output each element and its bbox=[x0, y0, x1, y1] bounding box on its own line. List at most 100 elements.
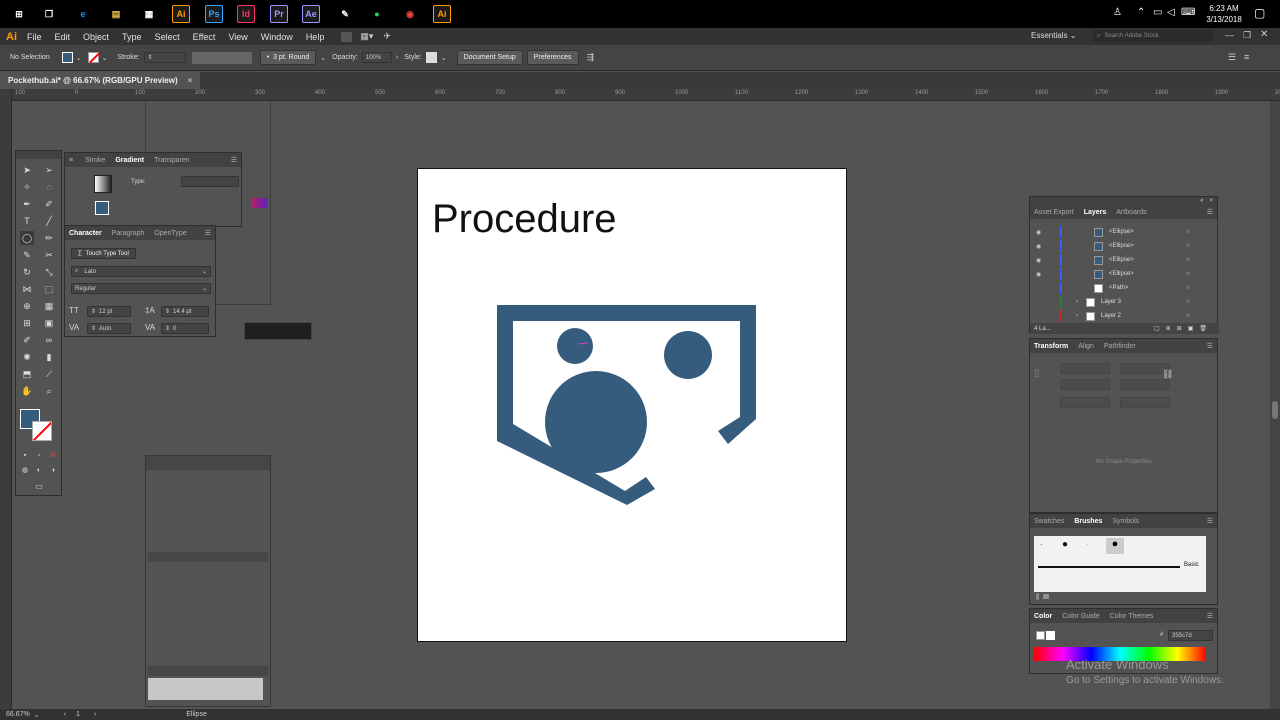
slice-tool-icon[interactable]: ⟋ bbox=[42, 367, 56, 381]
target-circle-icon[interactable]: ○ bbox=[1186, 313, 1190, 319]
target-circle-icon[interactable]: ○ bbox=[1186, 271, 1190, 277]
tab-stroke[interactable]: Stroke bbox=[85, 157, 105, 164]
none-mode-icon[interactable]: ⊘ bbox=[46, 448, 60, 462]
gradient-fill-swatch[interactable] bbox=[95, 201, 109, 215]
constrain-proportions-icon[interactable]: ⛓ bbox=[1162, 369, 1173, 380]
gradient-preview[interactable] bbox=[94, 175, 112, 193]
layer-row[interactable]: <Path> ○ bbox=[1030, 281, 1215, 295]
artboard-number[interactable]: 1 bbox=[76, 711, 80, 718]
x-position-input[interactable] bbox=[1060, 363, 1110, 374]
line-tool-icon[interactable]: ╱ bbox=[42, 214, 56, 228]
chevron-down-icon[interactable]: ⌄ bbox=[320, 54, 326, 62]
tab-asset-export[interactable]: Asset Export bbox=[1034, 209, 1074, 216]
layer-row[interactable]: › Layer 3 ○ bbox=[1030, 295, 1215, 309]
menu-window[interactable]: Window bbox=[261, 32, 293, 42]
scale-tool-icon[interactable]: ⤡ bbox=[42, 265, 56, 279]
tools-panel-grip[interactable] bbox=[16, 151, 61, 159]
system-clock[interactable]: 6:23 AM 3/13/2018 bbox=[1204, 3, 1244, 31]
brush-dot-faint[interactable]: · bbox=[1086, 540, 1089, 549]
expand-arrow-icon[interactable]: › bbox=[1076, 299, 1086, 305]
font-family-input[interactable]: ⌕ Lato ⌄ bbox=[71, 266, 211, 277]
direct-selection-tool-icon[interactable]: ➢ bbox=[42, 163, 56, 177]
selection-tool-icon[interactable]: ➤ bbox=[20, 163, 34, 177]
color-none-swatch[interactable] bbox=[1036, 631, 1045, 640]
magic-wand-icon[interactable]: ✧ bbox=[20, 180, 34, 194]
draw-mode-icon[interactable]: ◍ bbox=[18, 463, 32, 477]
type-tool-icon[interactable]: T bbox=[20, 214, 34, 228]
gradient-type-select[interactable] bbox=[181, 176, 239, 187]
tab-color[interactable]: Color bbox=[1034, 613, 1052, 620]
artboard[interactable]: Procedure bbox=[417, 168, 847, 642]
panel-menu-icon[interactable]: ☰ bbox=[1207, 342, 1213, 350]
target-circle-icon[interactable]: ○ bbox=[1186, 285, 1190, 291]
stroke-color-box[interactable] bbox=[32, 421, 52, 441]
document-tab[interactable]: Pockethub.ai* @ 66.67% (RGB/GPU Preview)… bbox=[0, 72, 201, 89]
layer-row[interactable]: ◉ <Ellipse> ○ bbox=[1030, 225, 1215, 239]
tab-symbols[interactable]: Symbols bbox=[1112, 518, 1139, 525]
scrollbar-thumb[interactable] bbox=[1272, 401, 1278, 419]
font-size-input[interactable]: ⇕ 12 pt bbox=[87, 306, 131, 317]
chevron-down-icon[interactable]: ⌄ bbox=[76, 54, 82, 62]
lasso-icon[interactable]: ◌ bbox=[42, 180, 56, 194]
photoshop-icon[interactable]: Ps bbox=[205, 5, 223, 23]
free-transform-icon[interactable]: ⬚ bbox=[42, 282, 56, 296]
panel-menu-icon[interactable]: ☰ bbox=[231, 156, 237, 164]
gradient-mode-icon[interactable]: ▫ bbox=[32, 448, 46, 462]
stroke-swatch[interactable] bbox=[87, 52, 100, 64]
tab-color-guide[interactable]: Color Guide bbox=[1062, 613, 1099, 620]
menu-file[interactable]: File bbox=[27, 32, 42, 42]
draw-inside-icon[interactable]: ◑ bbox=[46, 463, 60, 477]
workspace-switcher[interactable]: Essentials ⌄ bbox=[1031, 31, 1076, 40]
stroke-weight-input[interactable]: ⇕ bbox=[143, 52, 186, 63]
draw-behind-icon[interactable]: ◐ bbox=[32, 463, 46, 477]
panel-collapse-icon[interactable]: ≡ bbox=[69, 157, 73, 164]
notepad-icon[interactable]: ✎ bbox=[336, 5, 354, 23]
after-effects-icon[interactable]: Ae bbox=[302, 5, 320, 23]
zoom-level[interactable]: 66.67% bbox=[6, 711, 30, 718]
indesign-icon[interactable]: Id bbox=[237, 5, 255, 23]
menu-select[interactable]: Select bbox=[155, 32, 180, 42]
menu-effect[interactable]: Effect bbox=[193, 32, 216, 42]
leading-input[interactable]: ⇕ 14.4 pt bbox=[161, 306, 209, 317]
vertical-scrollbar[interactable] bbox=[1270, 101, 1280, 709]
close-window-icon[interactable]: ✕ bbox=[1260, 29, 1268, 40]
menu-help[interactable]: Help bbox=[306, 32, 325, 42]
bridge-icon[interactable] bbox=[341, 31, 353, 42]
tab-artboards[interactable]: Artboards bbox=[1116, 209, 1146, 216]
windows-start-icon[interactable]: ⊞ bbox=[10, 5, 28, 23]
tab-layers[interactable]: Layers bbox=[1084, 209, 1107, 216]
gradient-tool-icon[interactable]: ▣ bbox=[42, 316, 56, 330]
pockethub-logo[interactable] bbox=[418, 169, 848, 643]
font-style-input[interactable]: Regular ⌄ bbox=[71, 283, 211, 294]
screen-mode-icon[interactable]: ▭ bbox=[32, 479, 46, 493]
minimize-icon[interactable]: — bbox=[1225, 30, 1234, 40]
rotate-input[interactable] bbox=[1060, 397, 1110, 408]
eyedropper-icon[interactable]: ✐ bbox=[20, 333, 34, 347]
file-explorer-icon[interactable]: ▤ bbox=[107, 5, 125, 23]
layer-row[interactable]: ◉ <Ellipse> ○ bbox=[1030, 239, 1215, 253]
tab-opentype[interactable]: OpenType bbox=[154, 230, 186, 237]
tab-paragraph[interactable]: Paragraph bbox=[112, 230, 145, 237]
paintbrush-icon[interactable]: ✏ bbox=[42, 231, 56, 245]
scissors-icon[interactable]: ✂ bbox=[42, 248, 56, 262]
variable-width-profile[interactable] bbox=[191, 51, 252, 64]
arrange-icon[interactable]: ⇶ bbox=[587, 52, 595, 63]
store-icon[interactable]: ▦ bbox=[140, 5, 158, 23]
panel-menu-icon[interactable]: ☰ bbox=[1207, 612, 1213, 620]
vertical-ruler[interactable] bbox=[0, 89, 12, 709]
target-circle-icon[interactable]: ○ bbox=[1186, 243, 1190, 249]
visibility-eye-icon[interactable]: ◉ bbox=[1036, 257, 1050, 264]
tracking-input[interactable]: ⇕ 0 bbox=[161, 323, 209, 334]
color-white-swatch[interactable] bbox=[1046, 631, 1055, 640]
brush-dot-small[interactable]: · bbox=[1040, 540, 1043, 549]
layer-row[interactable]: ◉ <Ellipse> ○ bbox=[1030, 253, 1215, 267]
chrome-icon[interactable]: ◉ bbox=[401, 5, 419, 23]
illustrator-icon-1[interactable]: Ai bbox=[172, 5, 190, 23]
panel-menu-icon[interactable]: ☰ bbox=[1228, 52, 1236, 63]
chevron-down-icon[interactable]: ⌄ bbox=[102, 54, 108, 62]
shaper-tool-icon[interactable]: ✎ bbox=[20, 248, 34, 262]
restore-icon[interactable]: ❐ bbox=[1243, 30, 1251, 41]
arrange-documents-icon[interactable]: ▦▾ bbox=[360, 31, 373, 42]
shape-builder-icon[interactable]: ⊕ bbox=[20, 299, 34, 313]
fill-swatch[interactable] bbox=[61, 52, 73, 63]
